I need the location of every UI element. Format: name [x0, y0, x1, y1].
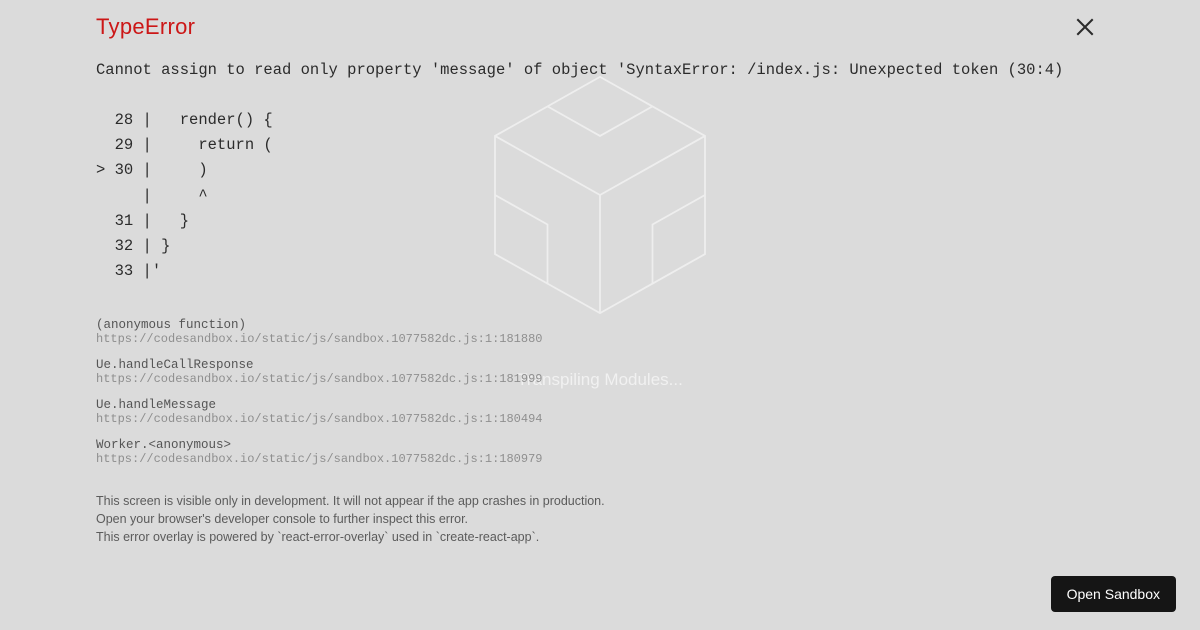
error-overlay: TypeError Cannot assign to read only pro…	[0, 0, 1200, 630]
footer-notes: This screen is visible only in developme…	[96, 492, 1104, 546]
stack-frame-fn: Worker.<anonymous>	[96, 438, 1104, 452]
footer-note: Open your browser's developer console to…	[96, 510, 1104, 528]
stack-frame-loc: https://codesandbox.io/static/js/sandbox…	[96, 332, 1104, 346]
open-sandbox-button[interactable]: Open Sandbox	[1051, 576, 1176, 612]
footer-note: This error overlay is powered by `react-…	[96, 528, 1104, 546]
stack-frame: Worker.<anonymous> https://codesandbox.i…	[96, 438, 1104, 466]
error-title: TypeError	[96, 14, 1104, 40]
stack-frame: Ue.handleMessage https://codesandbox.io/…	[96, 398, 1104, 426]
stack-frame-loc: https://codesandbox.io/static/js/sandbox…	[96, 412, 1104, 426]
stack-frame-loc: https://codesandbox.io/static/js/sandbox…	[96, 452, 1104, 466]
stack-trace: (anonymous function) https://codesandbox…	[96, 318, 1104, 466]
stack-frame-fn: Ue.handleMessage	[96, 398, 1104, 412]
stack-frame-fn: (anonymous function)	[96, 318, 1104, 332]
error-message: Cannot assign to read only property 'mes…	[96, 58, 1104, 284]
stack-frame: (anonymous function) https://codesandbox…	[96, 318, 1104, 346]
stack-frame-loc: https://codesandbox.io/static/js/sandbox…	[96, 372, 1104, 386]
stack-frame-fn: Ue.handleCallResponse	[96, 358, 1104, 372]
footer-note: This screen is visible only in developme…	[96, 492, 1104, 510]
close-icon[interactable]	[1076, 18, 1094, 36]
stack-frame: Ue.handleCallResponse https://codesandbo…	[96, 358, 1104, 386]
